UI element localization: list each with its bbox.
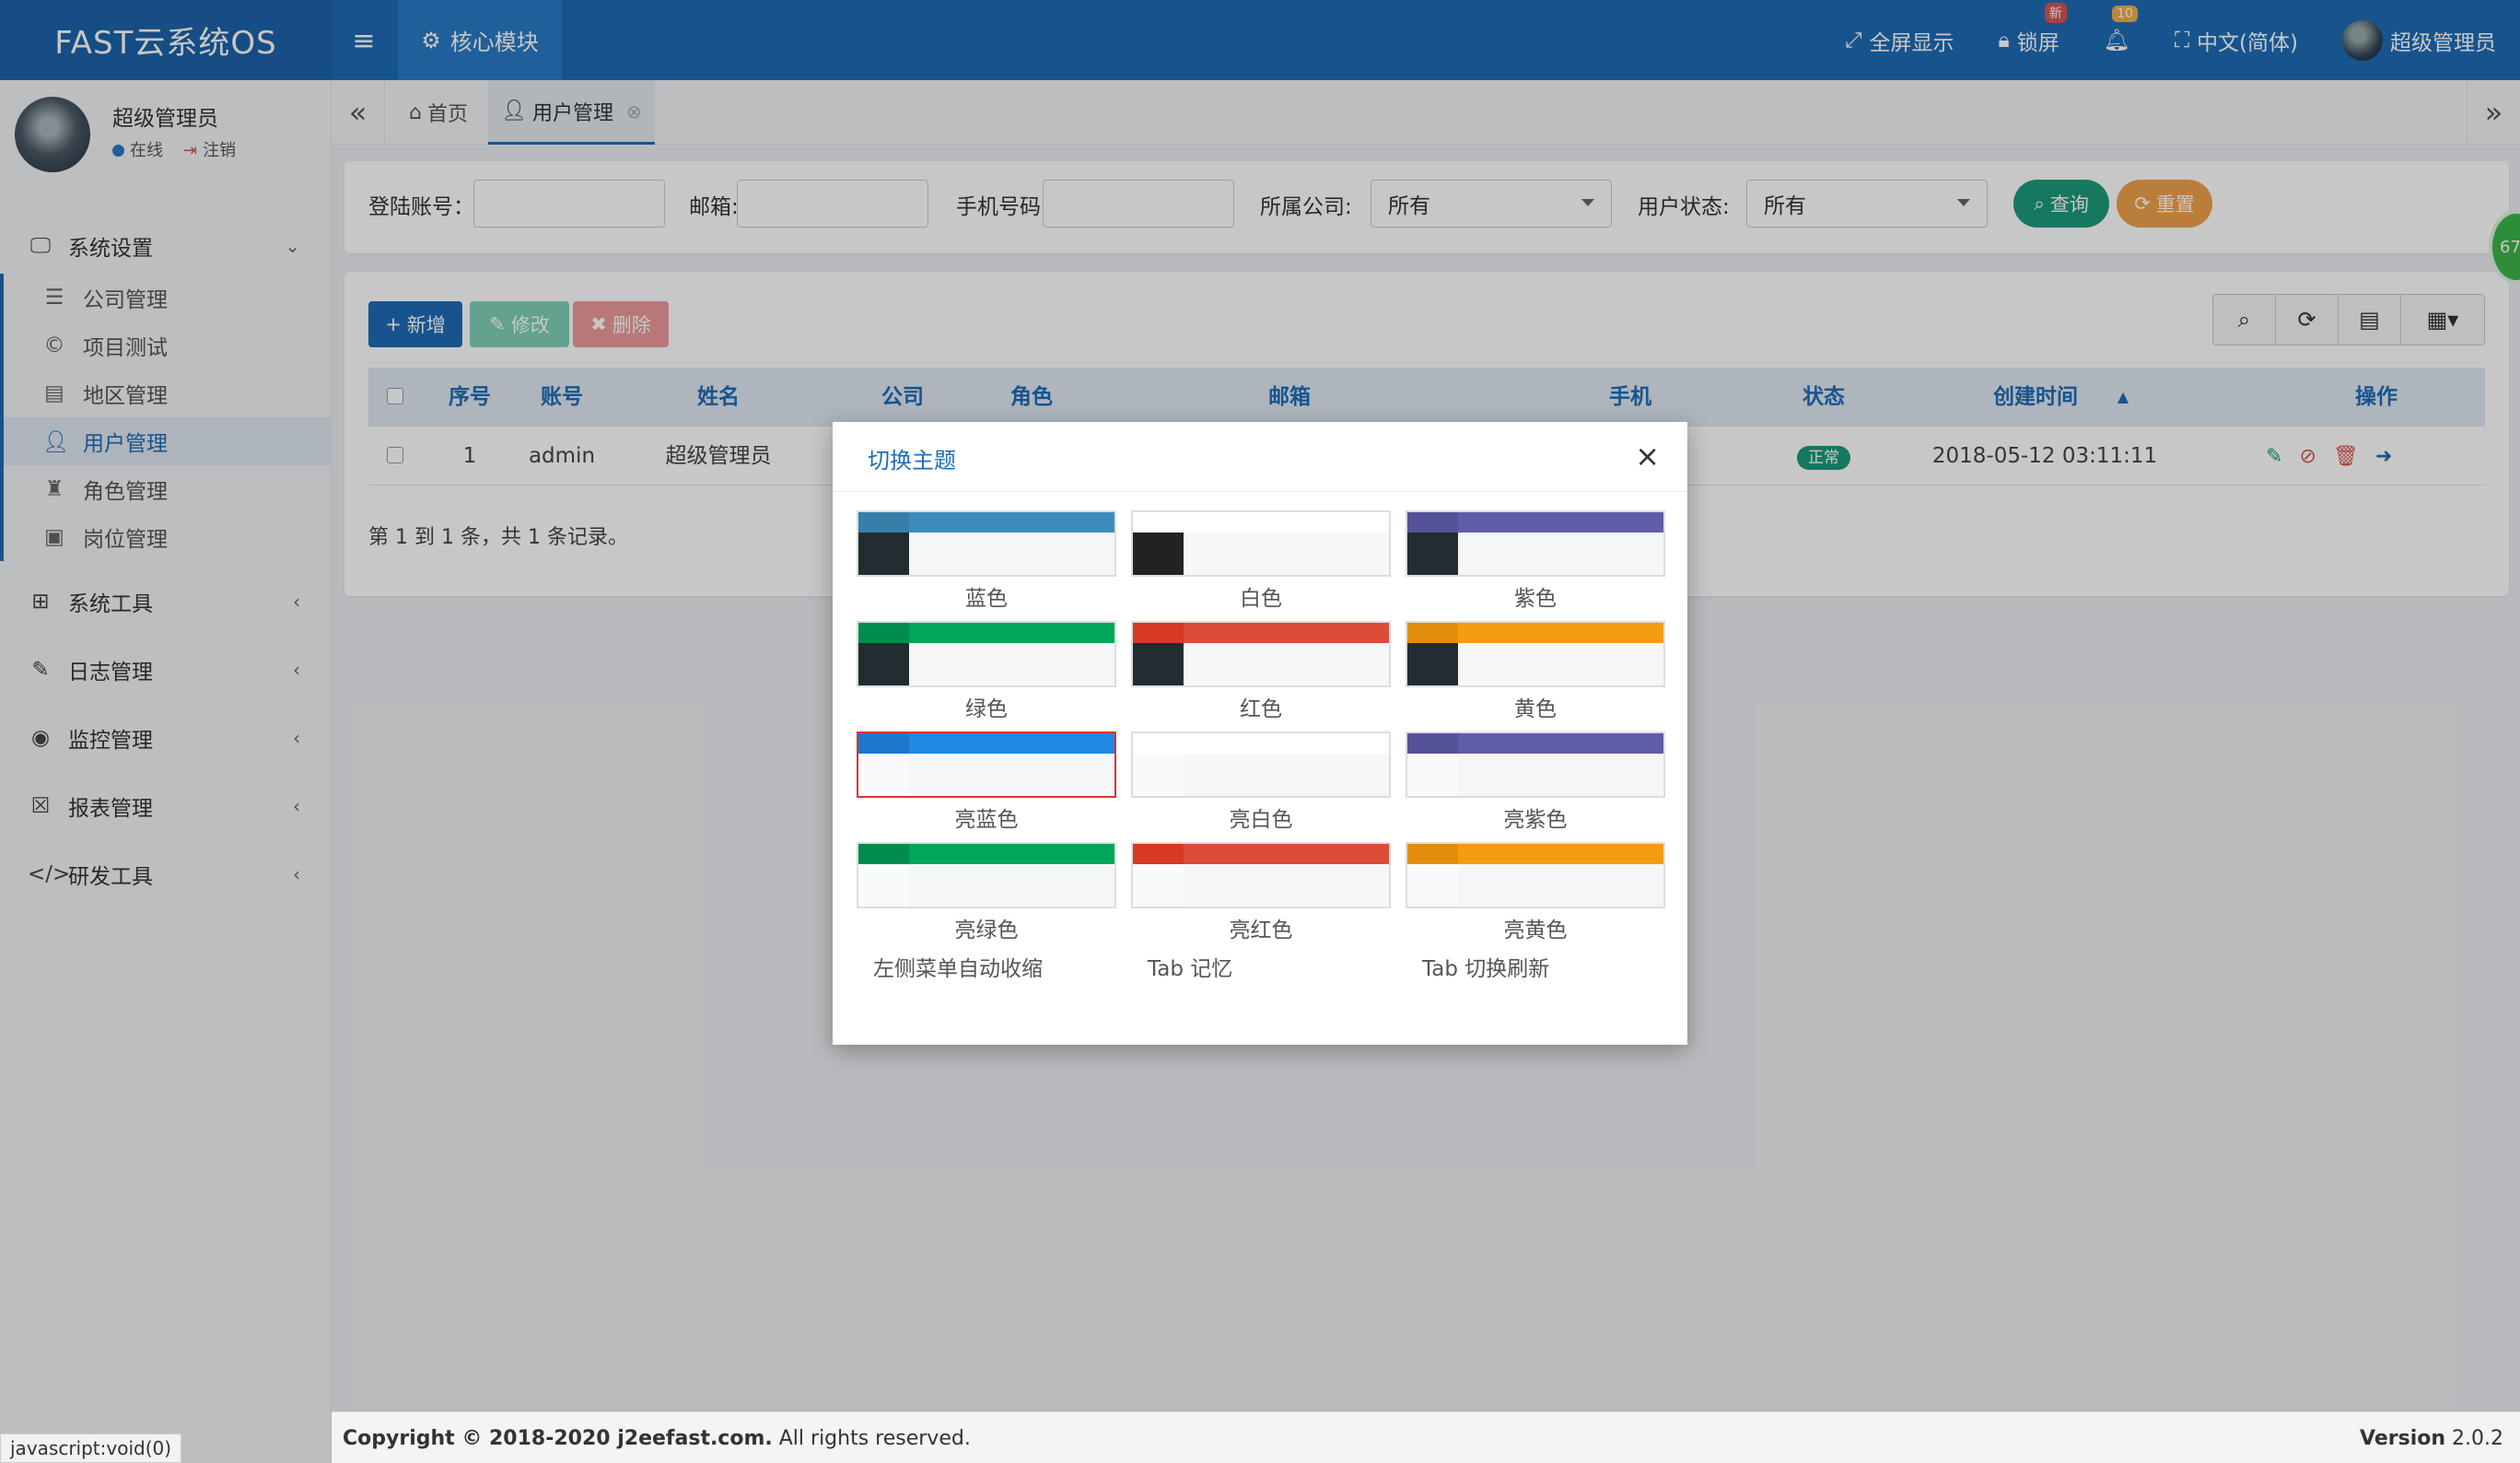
copyright-text: Copyright © 2018-2020 j2eefast.com. <box>343 1427 773 1450</box>
swatch-sidebar <box>1407 643 1458 685</box>
theme-option[interactable]: 亮紫色 <box>1406 732 1665 833</box>
swatch-sidebar <box>1133 864 1184 907</box>
theme-switch-dialog: 切换主题 × 蓝色 白色 紫色绿色 红色 黄色亮蓝色 亮白色 亮紫色亮绿色 亮红色 亮黄色 左侧… <box>833 422 1687 1045</box>
dialog-title: 切换主题 <box>868 448 956 474</box>
theme-option[interactable]: 黄色 <box>1406 621 1665 722</box>
theme-swatch <box>857 732 1116 798</box>
swatch-sidebar <box>858 754 909 796</box>
swatch-logo-bar <box>858 844 909 864</box>
swatch-logo-bar <box>858 512 909 533</box>
browser-status-url: javascript:void(0) <box>0 1434 182 1463</box>
swatch-sidebar <box>858 533 909 575</box>
theme-label: 亮黄色 <box>1503 919 1568 942</box>
version-number: 2.0.2 <box>2452 1427 2503 1450</box>
theme-option[interactable]: 亮绿色 <box>857 842 1116 943</box>
theme-label: 白色 <box>1240 587 1282 611</box>
page-footer: Copyright © 2018-2020 j2eefast.com. All … <box>332 1411 2520 1463</box>
theme-swatch <box>857 510 1116 577</box>
swatch-sidebar <box>1407 864 1458 907</box>
theme-label: 红色 <box>1240 697 1282 721</box>
swatch-sidebar <box>858 643 909 685</box>
tab-memory-option[interactable]: Tab 记忆 <box>1148 951 1232 982</box>
theme-option[interactable]: 紫色 <box>1406 510 1665 612</box>
theme-label: 黄色 <box>1514 697 1557 721</box>
swatch-logo-bar <box>1133 512 1184 533</box>
swatch-sidebar <box>1407 754 1458 796</box>
theme-label: 亮蓝色 <box>954 808 1019 832</box>
theme-label: 亮红色 <box>1229 919 1293 942</box>
theme-swatch <box>1406 510 1665 577</box>
swatch-sidebar <box>858 864 909 907</box>
dialog-header: 切换主题 × <box>833 422 1687 492</box>
version-info: Version 2.0.2 <box>2360 1427 2503 1450</box>
swatch-logo-bar <box>858 623 909 643</box>
tab-refresh-option[interactable]: Tab 切换刷新 <box>1422 951 1549 982</box>
rights-text: All rights reserved. <box>778 1427 971 1450</box>
swatch-logo-bar <box>1407 844 1458 864</box>
theme-option[interactable]: 蓝色 <box>857 510 1116 612</box>
swatch-logo-bar <box>1407 512 1458 533</box>
theme-swatch <box>1131 510 1391 577</box>
theme-label: 紫色 <box>1514 587 1557 611</box>
theme-label: 亮绿色 <box>954 919 1019 942</box>
theme-option[interactable]: 亮蓝色 <box>857 732 1116 833</box>
theme-option[interactable]: 红色 <box>1131 621 1391 722</box>
swatch-sidebar <box>1133 643 1184 685</box>
version-label: Version <box>2360 1427 2446 1450</box>
theme-swatch <box>1131 732 1391 798</box>
theme-swatch <box>1406 842 1665 908</box>
swatch-sidebar <box>1133 533 1184 575</box>
theme-option[interactable]: 亮白色 <box>1131 732 1391 833</box>
theme-swatch <box>1406 732 1665 798</box>
theme-label: 亮紫色 <box>1503 808 1568 832</box>
swatch-sidebar <box>1407 533 1458 575</box>
theme-swatch <box>857 621 1116 687</box>
close-icon[interactable]: × <box>1635 439 1660 474</box>
copyright: Copyright © 2018-2020 j2eefast.com. All … <box>343 1427 971 1450</box>
swatch-sidebar <box>1133 754 1184 796</box>
theme-option[interactable]: 绿色 <box>857 621 1116 722</box>
theme-option[interactable]: 亮红色 <box>1131 842 1391 943</box>
swatch-logo-bar <box>1133 844 1184 864</box>
swatch-logo-bar <box>1133 733 1184 754</box>
swatch-logo-bar <box>1133 623 1184 643</box>
theme-option[interactable]: 白色 <box>1131 510 1391 612</box>
theme-label: 绿色 <box>965 697 1008 721</box>
swatch-logo-bar <box>858 733 909 754</box>
theme-label: 蓝色 <box>965 587 1008 611</box>
theme-swatch <box>1131 621 1391 687</box>
auto-collapse-menu-option[interactable]: 左侧菜单自动收缩 <box>873 951 1043 982</box>
theme-option[interactable]: 亮黄色 <box>1406 842 1665 943</box>
theme-swatch <box>1131 842 1391 908</box>
swatch-logo-bar <box>1407 733 1458 754</box>
theme-swatch <box>857 842 1116 908</box>
theme-swatch <box>1406 621 1665 687</box>
theme-label: 亮白色 <box>1229 808 1293 832</box>
swatch-logo-bar <box>1407 623 1458 643</box>
